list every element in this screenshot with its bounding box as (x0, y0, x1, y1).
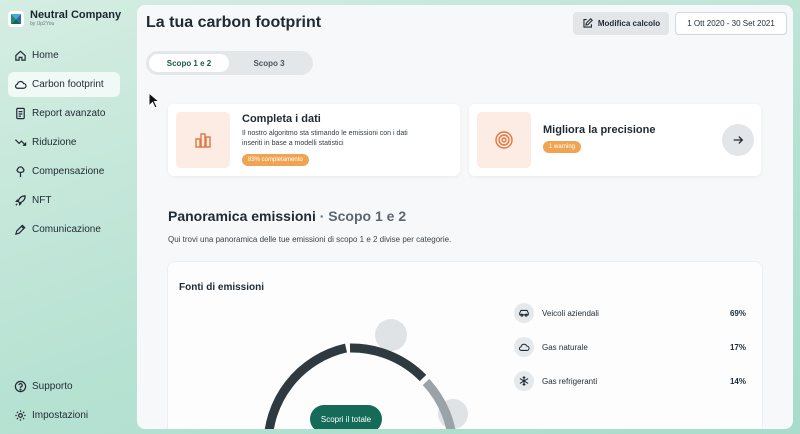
sidebar-item-label: Report avanzato (32, 108, 106, 119)
sidebar-item-label: Compensazione (32, 166, 105, 177)
legend-label: Gas refrigeranti (542, 376, 598, 386)
mouse-cursor-icon (148, 92, 160, 109)
trend-down-icon (14, 139, 27, 146)
sidebar-item-impostazioni[interactable]: Impostazioni (8, 403, 120, 428)
document-icon (16, 107, 25, 120)
edit-icon (583, 18, 593, 28)
sidebar-item-home[interactable]: Home (8, 43, 120, 68)
date-range-selector[interactable]: 1 Ott 2020 - 30 Set 2021 (675, 12, 787, 35)
complete-data-title: Completa i dati (242, 113, 321, 125)
cloud-icon (14, 80, 27, 89)
overview-desc: Qui trovi una panoramica delle tue emiss… (168, 235, 452, 244)
legend-label: Gas naturale (542, 342, 588, 352)
overview-title-separator: · (315, 208, 329, 224)
target-icon (477, 112, 531, 168)
gear-icon (15, 410, 26, 421)
overview-title-sub: Scopo 1 e 2 (328, 208, 407, 224)
warning-badge: 1 warning (543, 141, 582, 153)
sidebar-item-label: Riduzione (32, 137, 77, 148)
arrow-right-button[interactable] (722, 124, 754, 156)
legend-value: 14% (729, 376, 746, 386)
sidebar-bottom-nav: Supporto Impostazioni (8, 374, 120, 432)
donut-segment-gas-naturale (349, 343, 427, 382)
legend-label: Veicoli aziendali (542, 308, 599, 318)
sidebar-item-comunicazione[interactable]: Comunicazione (8, 217, 120, 242)
sidebar-item-label: Carbon footprint (32, 79, 104, 90)
cloud-icon (514, 337, 534, 357)
sidebar-item-label: Impostazioni (32, 410, 89, 421)
complete-data-desc: Il nostro algoritmo sta stimando le emis… (242, 130, 408, 147)
sidebar-item-label: Supporto (32, 381, 73, 392)
improve-precision-card[interactable]: Migliora la precisione 1 warning (469, 104, 761, 176)
sidebar-item-label: NFT (32, 195, 52, 206)
home-icon (15, 50, 26, 61)
tab-scope-3[interactable]: Scopo 3 (229, 54, 309, 72)
brand[interactable]: Neutral Company by Up2You (8, 10, 121, 28)
brand-sub: by Up2You (30, 21, 55, 27)
overview-title-main: Panoramica emissioni (168, 208, 316, 224)
sidebar: Neutral Company by Up2You Home Carbon fo… (0, 0, 128, 434)
complete-data-card[interactable]: Completa i dati Il nostro algoritmo sta … (168, 104, 460, 176)
completion-badge: 83% completamento (242, 154, 309, 166)
legend-item: Veicoli aziendali 69% (514, 296, 746, 330)
sidebar-nav: Home Carbon footprint Report avanzato Ri… (8, 43, 120, 246)
legend-item: Gas naturale 17% (514, 330, 746, 364)
sidebar-item-compensazione[interactable]: Compensazione (8, 159, 120, 184)
tab-scope-1-2[interactable]: Scopo 1 e 2 (149, 54, 229, 72)
main-panel: La tua carbon footprint Modifica calcolo… (137, 5, 793, 429)
snowflake-icon (514, 371, 534, 391)
page-title: La tua carbon footprint (146, 14, 322, 31)
edit-calculation-button[interactable]: Modifica calcolo (573, 12, 669, 35)
arrow-right-icon (733, 136, 744, 144)
improve-precision-title: Migliora la precisione (543, 124, 656, 136)
help-icon (14, 380, 27, 393)
rocket-icon (15, 195, 26, 206)
overview-title: Panoramica emissioni · Scopo 1 e 2 (168, 208, 406, 224)
sidebar-item-supporto[interactable]: Supporto (8, 374, 120, 399)
logo-icon (8, 11, 24, 27)
emission-sources-title: Fonti di emissioni (179, 282, 265, 293)
chart-bars-icon (176, 112, 230, 168)
legend-value: 69% (729, 308, 746, 318)
sidebar-item-riduzione[interactable]: Riduzione (8, 130, 120, 155)
emission-sources-card: Fonti di emissioni Scopri il totale Veic… (168, 262, 762, 429)
brand-name: Neutral Company (30, 9, 122, 21)
legend-value: 17% (729, 342, 746, 352)
pen-icon (14, 224, 26, 236)
sidebar-item-label: Comunicazione (32, 224, 101, 235)
tree-icon (16, 166, 25, 178)
donut-segment-gas-refrigeranti (422, 378, 456, 429)
scope-tabs: Scopo 1 e 2 Scopo 3 (146, 51, 313, 75)
sidebar-item-report-avanzato[interactable]: Report avanzato (8, 101, 120, 126)
discover-total-button[interactable]: Scopri il totale (310, 405, 382, 429)
emission-sources-legend: Veicoli aziendali 69% Gas naturale 17% G… (514, 296, 746, 398)
sidebar-item-nft[interactable]: NFT (8, 188, 120, 213)
edit-calculation-label: Modifica calcolo (597, 19, 661, 28)
legend-item: Gas refrigeranti 14% (514, 364, 746, 398)
sidebar-item-carbon-footprint[interactable]: Carbon footprint (8, 72, 120, 97)
sidebar-item-label: Home (32, 50, 59, 61)
car-icon (514, 303, 534, 323)
